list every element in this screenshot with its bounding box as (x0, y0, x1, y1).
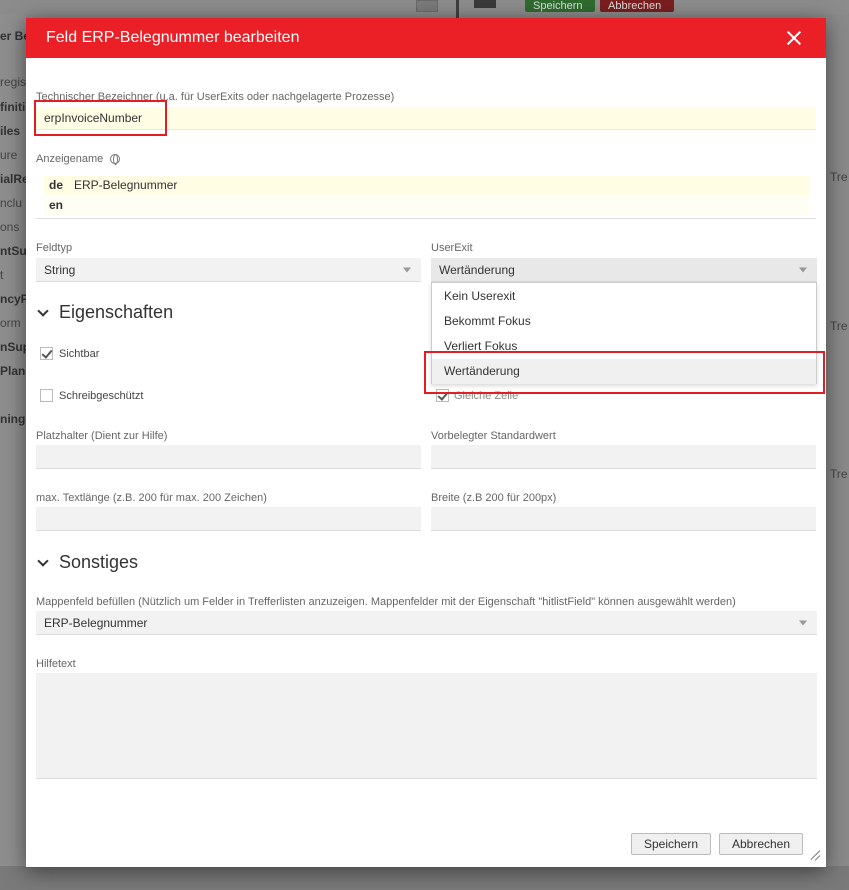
background-left-item: regis (0, 75, 26, 89)
user-exit-select[interactable]: Wertänderung (431, 258, 817, 282)
section-other-title: Sonstiges (59, 552, 139, 572)
chevron-down-icon (799, 267, 807, 272)
tech-name-label: Technischer Bezeichner (u.a. für UserExi… (36, 91, 395, 103)
close-icon[interactable] (784, 28, 804, 48)
background-left-item: nSup (0, 340, 26, 354)
default-value-label: Vorbelegter Standardwert (431, 430, 556, 442)
background-left-item: ons (0, 220, 20, 234)
folder-field-value: ERP-Belegnummer (44, 615, 148, 630)
user-exit-value: Wertänderung (439, 262, 515, 277)
placeholder-input[interactable] (36, 445, 421, 469)
background-dark-block (474, 0, 496, 8)
field-type-value: String (44, 262, 76, 277)
user-exit-label: UserExit (431, 242, 473, 254)
background-left-item: ure (0, 148, 18, 162)
user-exit-dropdown: Kein Userexit Bekommt Fokus Verliert Fok… (431, 282, 817, 384)
background-left-item: ncyP (0, 292, 26, 306)
background-bottom-bar (0, 866, 849, 890)
field-type-select[interactable]: String (36, 258, 421, 282)
background-left-item: Plan (0, 364, 26, 378)
folder-field-label: Mappenfeld befüllen (Nützlich um Felder … (36, 596, 736, 608)
lang-code-de: de (49, 178, 64, 192)
background-left-item: ialRe (0, 172, 26, 186)
placeholder-label: Platzhalter (Dient zur Hilfe) (36, 430, 168, 442)
background-save-button: Speichern (525, 0, 595, 12)
background-refresh-icon (416, 0, 438, 12)
readonly-checkbox-label: Schreibgeschützt (59, 390, 144, 402)
section-properties-title: Eigenschaften (59, 302, 174, 322)
background-cancel-button: Abbrechen (600, 0, 674, 12)
background-left-item: nclu (0, 196, 23, 210)
same-row-checkbox-label: Gleiche Zeile (454, 390, 519, 402)
visible-checkbox-label: Sichtbar (59, 348, 100, 360)
max-length-input[interactable] (36, 507, 421, 531)
help-text-label: Hilfetext (36, 658, 76, 670)
tech-name-input[interactable]: erpInvoiceNumber (36, 107, 816, 130)
max-length-label: max. Textlänge (z.B. 200 für max. 200 Ze… (36, 492, 267, 504)
chevron-down-icon (799, 620, 807, 625)
dialog-title: Feld ERP-Belegnummer bearbeiten (46, 29, 300, 46)
readonly-checkbox[interactable] (40, 389, 53, 402)
background-right-item: Tre (830, 170, 848, 184)
globe-icon[interactable] (110, 154, 120, 165)
background-left-item: orm (0, 316, 21, 330)
save-button[interactable]: Speichern (631, 833, 711, 855)
user-exit-option[interactable]: Verliert Fokus (432, 334, 816, 359)
background-right-item: Tre (830, 467, 848, 481)
chevron-down-icon (403, 267, 411, 272)
chevron-down-icon (37, 304, 49, 317)
resize-handle-icon[interactable] (810, 850, 820, 860)
background-right-panel (826, 14, 849, 890)
background-left-panel (0, 14, 26, 890)
background-left-item: iles (0, 124, 21, 138)
folder-field-select[interactable]: ERP-Belegnummer (36, 611, 817, 635)
lang-code-en: en (49, 198, 64, 212)
user-exit-option[interactable]: Bekommt Fokus (432, 309, 816, 334)
background-right-item: Tre (830, 319, 848, 333)
default-value-input[interactable] (431, 445, 816, 469)
tech-name-value: erpInvoiceNumber (44, 111, 143, 125)
same-row-checkbox[interactable] (436, 389, 449, 402)
width-label: Breite (z.B 200 für 200px) (431, 492, 557, 504)
section-other-header[interactable]: Sonstiges (36, 552, 138, 573)
width-input[interactable] (431, 507, 816, 531)
background-left-item: ning (0, 412, 26, 426)
help-text-textarea[interactable] (36, 673, 817, 779)
display-name-row-en[interactable]: en (44, 196, 809, 215)
chevron-down-icon (37, 554, 49, 567)
background-left-item: er Be (0, 29, 26, 43)
display-name-label: Anzeigename (36, 153, 104, 165)
section-properties-header[interactable]: Eigenschaften (36, 302, 173, 323)
background-left-item: finiti (0, 100, 26, 114)
display-name-row-de[interactable]: de ERP-Belegnummer (44, 176, 809, 195)
visible-checkbox[interactable] (40, 347, 53, 360)
dialog-header: Feld ERP-Belegnummer bearbeiten (26, 18, 826, 58)
field-type-label: Feldtyp (36, 242, 73, 254)
user-exit-option[interactable]: Kein Userexit (432, 284, 816, 309)
background-left-item: t (0, 268, 4, 282)
user-exit-option-selected[interactable]: Wertänderung (432, 359, 816, 384)
cancel-button[interactable]: Abbrechen (719, 833, 803, 855)
background-left-item: ntSu (0, 244, 26, 258)
display-name-de-value: ERP-Belegnummer (74, 178, 178, 192)
